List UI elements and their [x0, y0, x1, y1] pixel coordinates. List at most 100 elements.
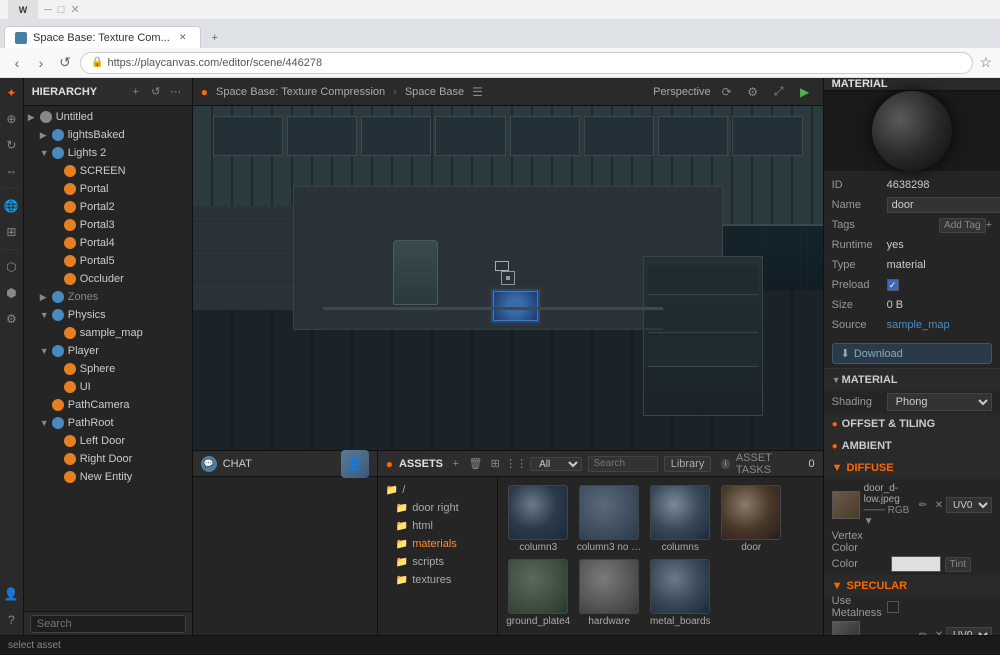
- bookmark-btn[interactable]: ☆: [979, 54, 992, 71]
- tree-item-portal[interactable]: Portal: [48, 180, 192, 198]
- breadcrumb-scene[interactable]: Space Base: Texture Compression: [216, 86, 385, 98]
- hierarchy-search-input[interactable]: [30, 615, 186, 633]
- tree-item-untitled[interactable]: ▶ Untitled: [24, 108, 192, 126]
- diffuse-remove-btn[interactable]: ✕: [932, 498, 946, 512]
- diffuse-header[interactable]: ▼ DIFFUSE: [824, 457, 1000, 479]
- add-tag-icon[interactable]: +: [986, 219, 992, 231]
- toolbar-move-icon[interactable]: ✦: [0, 82, 22, 104]
- tree-item-pathroot[interactable]: ▼ PathRoot: [36, 414, 192, 432]
- assets-search-input[interactable]: [593, 458, 652, 469]
- viewport-settings-btn[interactable]: ⚙: [743, 82, 763, 102]
- toolbar-user-icon[interactable]: 👤: [0, 583, 22, 605]
- tree-item-ui[interactable]: UI: [48, 378, 192, 396]
- viewport-rotate-btn[interactable]: ⟳: [717, 82, 737, 102]
- metalness-checkbox[interactable]: [887, 601, 899, 613]
- source-value[interactable]: sample_map: [887, 319, 992, 331]
- toolbar-settings-icon[interactable]: ⚙: [0, 308, 22, 330]
- toolbar-entity-icon[interactable]: ⬡: [0, 256, 22, 278]
- color-swatch[interactable]: [891, 556, 941, 572]
- asset-folder-scripts[interactable]: 📁 scripts: [384, 553, 491, 571]
- tree-item-zones[interactable]: ▶ Zones: [36, 288, 192, 306]
- browser-maximize[interactable]: □: [58, 4, 65, 16]
- asset-folder-root[interactable]: 📁 /: [384, 481, 491, 499]
- back-btn[interactable]: ‹: [8, 54, 26, 72]
- asset-item-door[interactable]: door: [719, 485, 784, 553]
- tree-item-newentity[interactable]: New Entity: [48, 468, 192, 486]
- tree-item-rightdoor[interactable]: Right Door: [48, 450, 192, 468]
- viewport[interactable]: [193, 106, 823, 450]
- toolbar-snap-icon[interactable]: ⊞: [0, 221, 22, 243]
- tree-item-screen[interactable]: SCREEN: [48, 162, 192, 180]
- asset-item-column3[interactable]: column3: [506, 485, 571, 553]
- asset-item-ground[interactable]: ground_plate4: [506, 559, 571, 627]
- scene-menu-icon[interactable]: ☰: [472, 85, 483, 99]
- tree-item-lights2[interactable]: ▼ Lights 2: [36, 144, 192, 162]
- assets-grid-btn[interactable]: ⋮⋮: [508, 456, 524, 472]
- asset-item-columns[interactable]: columns: [648, 485, 713, 553]
- name-input[interactable]: [887, 197, 1000, 213]
- tree-item-physics[interactable]: ▼ Physics: [36, 306, 192, 324]
- preload-checkbox[interactable]: ✓: [887, 279, 899, 291]
- toolbar-component-icon[interactable]: ⬢: [0, 282, 22, 304]
- asset-folder-html[interactable]: 📁 html: [384, 517, 491, 535]
- specular-uv-select[interactable]: UV0: [946, 627, 992, 635]
- tree-item-lightsbaked[interactable]: ▶ lightsBaked: [36, 126, 192, 144]
- new-tab-btn[interactable]: +: [205, 28, 225, 48]
- specular-header[interactable]: ▼ SPECULAR: [824, 575, 1000, 597]
- breadcrumb-project[interactable]: Space Base: [405, 86, 464, 98]
- active-tab[interactable]: Space Base: Texture Com... ✕: [4, 26, 201, 48]
- reload-btn[interactable]: ↺: [56, 54, 74, 72]
- material-section-header[interactable]: ▼ MATERIAL: [824, 369, 1000, 391]
- toolbar-rotate-icon[interactable]: ↻: [0, 134, 22, 156]
- asset-item-hardware[interactable]: hardware: [577, 559, 642, 627]
- tree-item-portal2[interactable]: Portal2: [48, 198, 192, 216]
- assets-library-btn[interactable]: Library: [664, 456, 712, 472]
- tree-item-samplemap[interactable]: sample_map: [48, 324, 192, 342]
- tint-btn[interactable]: Tint: [945, 557, 971, 572]
- hierarchy-more-btn[interactable]: ⋯: [168, 84, 184, 100]
- browser-minimize[interactable]: ─: [44, 4, 52, 16]
- diffuse-edit-btn[interactable]: ✏: [916, 498, 930, 512]
- download-btn[interactable]: ⬇ Download: [832, 343, 992, 364]
- tree-item-occluder[interactable]: Occluder: [48, 270, 192, 288]
- assets-delete-btn[interactable]: 🗑: [469, 456, 483, 472]
- address-bar[interactable]: 🔒 https://playcanvas.com/editor/scene/44…: [80, 52, 973, 74]
- add-tag-btn[interactable]: Add Tag: [939, 218, 986, 233]
- browser-close[interactable]: ✕: [70, 3, 79, 16]
- tree-item-sphere[interactable]: Sphere: [48, 360, 192, 378]
- tree-item-portal4[interactable]: Portal4: [48, 234, 192, 252]
- tree-item-portal3[interactable]: Portal3: [48, 216, 192, 234]
- viewport-play-btn[interactable]: ▶: [795, 82, 815, 102]
- specular-thumb[interactable]: [832, 621, 860, 635]
- tree-item-portal5[interactable]: Portal5: [48, 252, 192, 270]
- offset-tiling-header[interactable]: ● OFFSET & TILING: [824, 413, 1000, 435]
- toolbar-help-icon[interactable]: ?: [0, 609, 22, 631]
- tab-close-btn[interactable]: ✕: [176, 31, 190, 45]
- diffuse-uv-select[interactable]: UV0: [946, 497, 992, 513]
- specular-remove-btn[interactable]: ✕: [932, 628, 946, 635]
- assets-search-box[interactable]: [588, 456, 657, 472]
- assets-add-btn[interactable]: +: [449, 456, 463, 472]
- hierarchy-add-btn[interactable]: +: [128, 84, 144, 100]
- specular-edit-btn[interactable]: ✏: [916, 628, 930, 635]
- toolbar-world-icon[interactable]: 🌐: [0, 195, 22, 217]
- viewport-expand-btn[interactable]: ⤢: [769, 82, 789, 102]
- forward-btn[interactable]: ›: [32, 54, 50, 72]
- library-info-icon[interactable]: i: [721, 459, 729, 469]
- assets-duplicate-btn[interactable]: ⊞: [489, 456, 503, 472]
- asset-item-column3n[interactable]: column3 no norm...: [577, 485, 642, 553]
- asset-folder-textures[interactable]: 📁 textures: [384, 571, 491, 589]
- ambient-header[interactable]: ● AMBIENT: [824, 435, 1000, 457]
- diffuse-thumb[interactable]: [832, 491, 860, 519]
- hierarchy-refresh-btn[interactable]: ↺: [148, 84, 164, 100]
- tree-item-pathcamera[interactable]: PathCamera: [36, 396, 192, 414]
- shading-select[interactable]: Phong: [887, 393, 992, 411]
- asset-folder-doorright[interactable]: 📁 door right: [384, 499, 491, 517]
- toolbar-scale-icon[interactable]: ⇔: [0, 160, 22, 182]
- toolbar-select-icon[interactable]: ⊕: [0, 108, 22, 130]
- asset-folder-materials[interactable]: 📁 materials: [384, 535, 491, 553]
- tree-item-leftdoor[interactable]: Left Door: [48, 432, 192, 450]
- tree-item-player[interactable]: ▼ Player: [36, 342, 192, 360]
- assets-filter-select[interactable]: All: [530, 457, 582, 471]
- asset-item-metal[interactable]: metal_boards: [648, 559, 713, 627]
